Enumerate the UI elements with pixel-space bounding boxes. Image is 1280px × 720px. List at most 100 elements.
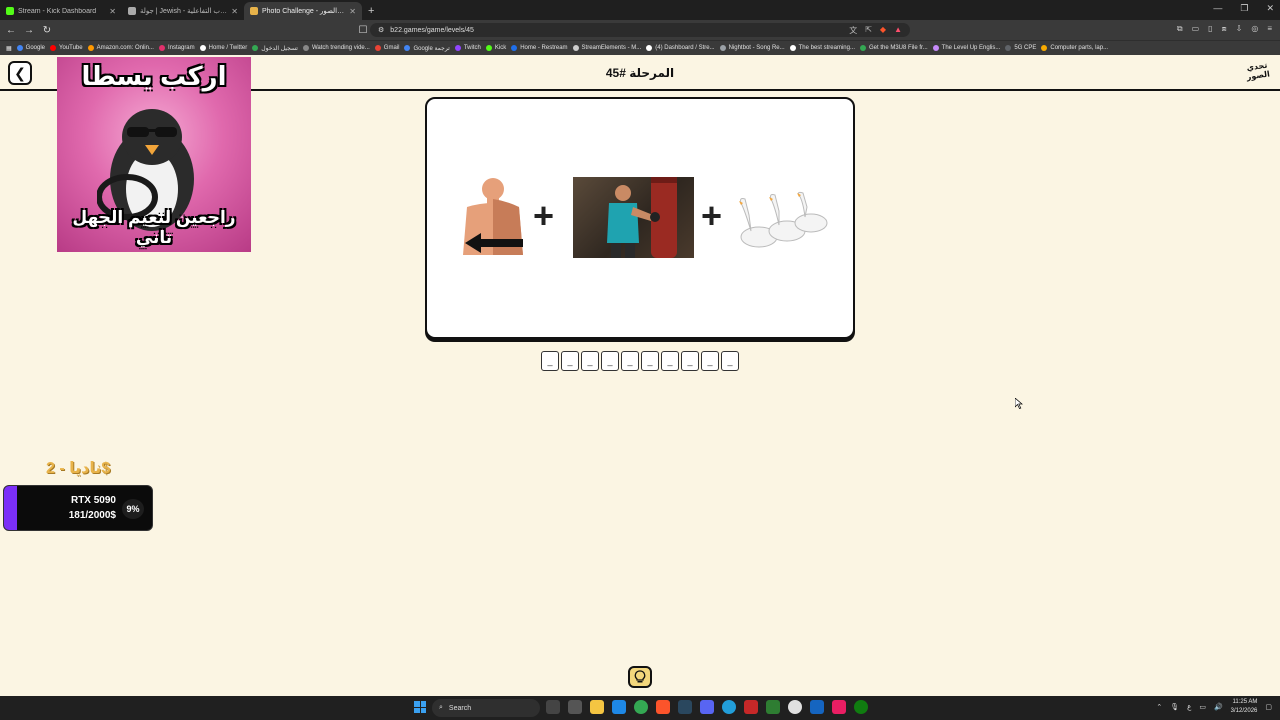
answer-slot[interactable]: _ — [581, 351, 599, 371]
taskbar-search[interactable]: ⌕ Search — [432, 699, 540, 717]
bookmark-label: (4) Dashboard / Stre... — [655, 45, 715, 51]
back-arrow-icon[interactable]: ← — [4, 25, 18, 36]
bookmark-item[interactable]: The Level Up Englis... — [932, 45, 1000, 51]
answer-slot[interactable]: _ — [721, 351, 739, 371]
browser-nav-bar: ← → ↻ ☐ ⚙ b22.games/game/levels/45 文 ⇱ ◆… — [0, 20, 1280, 40]
tabs-icon[interactable]: ⧈ — [1222, 24, 1227, 34]
bookmark-label: Watch trending vide... — [311, 45, 370, 51]
browser-tab[interactable]: Photo Challenge - تحدي الصور ✕ — [244, 2, 362, 20]
menu-icon[interactable]: ≡ — [1267, 24, 1272, 34]
forward-arrow-icon[interactable]: → — [22, 25, 36, 36]
answer-slot[interactable]: _ — [621, 351, 639, 371]
translate-icon[interactable]: 文 — [849, 25, 857, 36]
chevron-up-icon[interactable]: ⌃ — [1156, 703, 1162, 711]
answer-slot[interactable]: _ — [541, 351, 559, 371]
share-icon[interactable]: ⇱ — [865, 25, 872, 36]
telegram-icon[interactable] — [722, 700, 736, 714]
bookmark-item[interactable]: Google ترجمة — [404, 45, 450, 52]
tab-close-icon[interactable]: ✕ — [231, 7, 238, 16]
windows-start-icon[interactable] — [414, 701, 426, 713]
back-button[interactable]: ❮ — [8, 61, 32, 85]
bookmark-item[interactable]: YouTube — [50, 45, 83, 51]
apps-grid-icon[interactable]: ▦ — [6, 45, 12, 52]
game-logo[interactable]: تحدي الصور — [1242, 60, 1273, 88]
bookmark-item[interactable]: StreamElements - M... — [572, 45, 641, 51]
bookmark-item[interactable]: Twitch — [454, 45, 481, 51]
bookmark-item[interactable]: (4) Dashboard / Stre... — [646, 45, 715, 51]
bookmark-item[interactable]: Home / Twitter — [199, 45, 247, 51]
bookmark-item[interactable]: Watch trending vide... — [302, 45, 370, 51]
answer-slot[interactable]: _ — [561, 351, 579, 371]
search-icon: ⌕ — [439, 704, 443, 711]
new-tab-button[interactable]: + — [362, 2, 380, 20]
extensions-icon[interactable]: ⧉ — [1177, 24, 1183, 34]
app-icon[interactable] — [810, 700, 824, 714]
bookmark-icon[interactable]: ☐ — [356, 25, 370, 36]
brave-icon[interactable] — [656, 700, 670, 714]
address-bar[interactable]: ⚙ b22.games/game/levels/45 文 ⇱ ◆ ▲ — [370, 23, 910, 37]
close-window-icon[interactable]: ✕ — [1266, 3, 1274, 14]
brave-shield-icon[interactable]: ◆ — [880, 25, 886, 36]
bookmark-label: Get the M3U8 File fr... — [868, 45, 928, 51]
bookmark-item[interactable]: Kick — [485, 45, 506, 51]
bookmark-favicon-icon — [50, 45, 57, 51]
obs-icon[interactable] — [788, 700, 802, 714]
taskbar-pinned-apps — [546, 700, 868, 714]
browser-tab[interactable]: Stream - Kick Dashboard ✕ — [0, 2, 122, 20]
bookmark-item[interactable]: Nightbot - Song Re... — [719, 45, 785, 51]
tab-close-icon[interactable]: ✕ — [349, 7, 356, 16]
discord-icon[interactable] — [700, 700, 714, 714]
language-icon[interactable]: ع — [1187, 703, 1191, 711]
bookmark-favicon-icon — [404, 45, 411, 51]
bookmark-item[interactable]: تسجيل الدخول — [252, 45, 298, 52]
bookmark-label: Instagram — [167, 45, 195, 51]
downloads-icon[interactable]: ⇩ — [1236, 24, 1243, 34]
brave-rewards-icon[interactable]: ▲ — [894, 25, 902, 36]
microphone-icon[interactable]: 🎙 — [1170, 703, 1179, 711]
minimize-icon[interactable]: — — [1213, 3, 1222, 14]
bookmark-item[interactable]: Home - Restream — [511, 45, 568, 51]
hint-button[interactable] — [628, 666, 652, 688]
level-title: المرحلة #45 — [605, 66, 675, 80]
bookmark-item[interactable]: Amazon.com: Onlin... — [87, 45, 154, 51]
settings-icon[interactable] — [568, 700, 582, 714]
mail-icon[interactable] — [612, 700, 626, 714]
window-controls: — ❐ ✕ — [1213, 3, 1274, 14]
answer-slot[interactable]: _ — [681, 351, 699, 371]
sidebar-icon[interactable]: ▯ — [1208, 24, 1212, 34]
goal-name: RTX 5090 — [70, 495, 116, 506]
task-view-icon[interactable] — [546, 700, 560, 714]
answer-slot[interactable]: _ — [661, 351, 679, 371]
answer-slot[interactable]: _ — [701, 351, 719, 371]
stream-meme-overlay: اركب يسطا راجعين لنعيم الجهل تاني — [57, 57, 251, 252]
vpn-icon[interactable]: ◎ — [1251, 24, 1258, 34]
steam-icon[interactable] — [678, 700, 692, 714]
answer-slot[interactable]: _ — [641, 351, 659, 371]
answer-slot[interactable]: _ — [601, 351, 619, 371]
xbox-icon[interactable] — [854, 700, 868, 714]
app-icon-pink[interactable] — [832, 700, 846, 714]
bookmark-favicon-icon — [719, 45, 726, 51]
bookmark-item[interactable]: 5G CPE — [1005, 45, 1036, 51]
file-explorer-icon[interactable] — [590, 700, 604, 714]
tab-close-icon[interactable]: ✕ — [109, 7, 116, 16]
bookmark-item[interactable]: The best streaming... — [789, 45, 855, 51]
bookmark-item[interactable]: Computer parts, lap... — [1041, 45, 1108, 51]
browser-tab[interactable]: جولة | Jewish - منصة الألعاب التفاعلية✕ — [122, 2, 244, 20]
network-icon[interactable]: ▭ — [1199, 703, 1206, 711]
reload-icon[interactable]: ↻ — [40, 25, 54, 36]
bookmark-item[interactable]: Get the M3U8 File fr... — [859, 45, 928, 51]
site-info-icon[interactable]: ⚙ — [378, 26, 384, 34]
bookmark-item[interactable]: Instagram — [158, 45, 195, 51]
chrome-icon[interactable] — [634, 700, 648, 714]
restore-icon[interactable]: ❐ — [1240, 3, 1248, 14]
notifications-icon[interactable]: ▢ — [1265, 703, 1272, 711]
system-tray: ⌃ 🎙 ع ▭ 🔊 11:25 AM 3/12/2026 ▢ — [1156, 698, 1272, 716]
wallet-icon[interactable]: ▭ — [1192, 24, 1200, 34]
excel-icon[interactable] — [766, 700, 780, 714]
bookmark-item[interactable]: Google — [16, 45, 45, 51]
volume-icon[interactable]: 🔊 — [1214, 703, 1223, 711]
bookmark-item[interactable]: Gmail — [374, 45, 399, 51]
media-app-icon[interactable] — [744, 700, 758, 714]
clock[interactable]: 11:25 AM 3/12/2026 — [1231, 698, 1258, 716]
